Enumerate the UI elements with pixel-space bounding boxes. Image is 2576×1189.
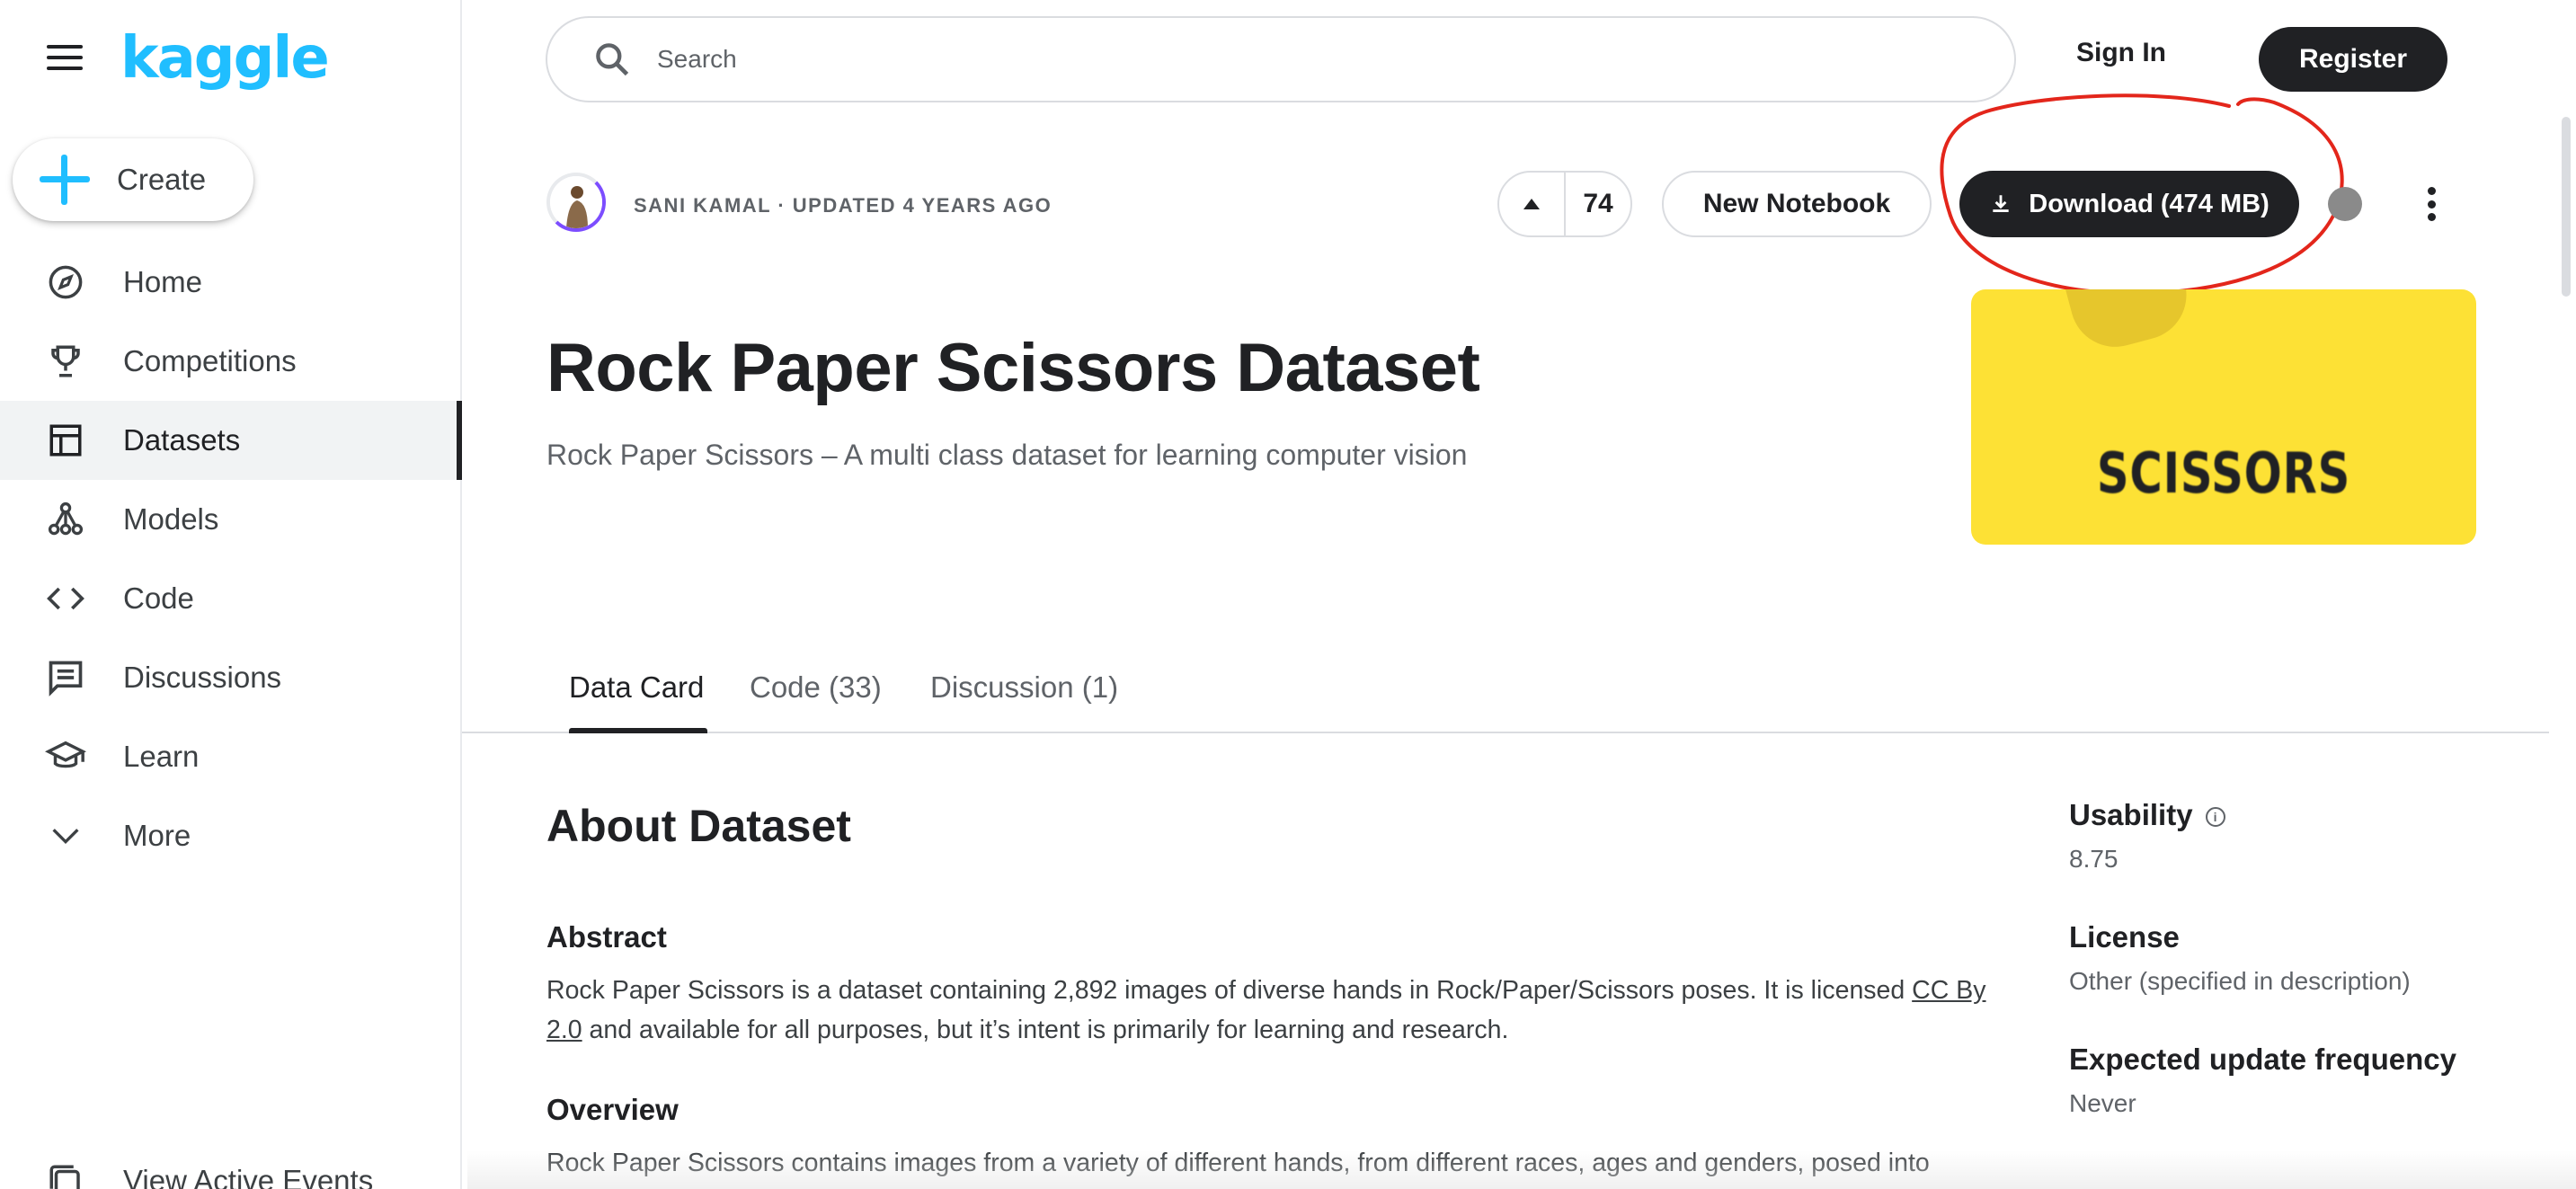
usability-label: Usability i: [2069, 798, 2225, 832]
sign-in-button[interactable]: Sign In: [2076, 38, 2166, 68]
usability-label-text: Usability: [2069, 798, 2193, 831]
page-subtitle: Rock Paper Scissors – A multi class data…: [546, 439, 1468, 471]
status-circle-icon: [2328, 187, 2362, 221]
table-icon: [45, 420, 86, 461]
discussion-icon: [45, 657, 86, 698]
avatar[interactable]: [546, 173, 606, 232]
overview-heading: Overview: [546, 1093, 679, 1126]
create-button[interactable]: Create: [13, 138, 253, 221]
compass-icon: [45, 262, 86, 303]
about-heading: About Dataset: [546, 801, 851, 851]
sidebar-item-home[interactable]: Home: [0, 243, 460, 322]
upvote-button[interactable]: [1499, 173, 1566, 235]
sidebar-item-models[interactable]: Models: [0, 480, 460, 559]
scrollbar[interactable]: [2562, 117, 2571, 297]
sidebar-item-code[interactable]: Code: [0, 559, 460, 638]
new-notebook-button[interactable]: New Notebook: [1662, 171, 1932, 237]
sidebar: kaggle Create Home Competitions Datasets…: [0, 0, 462, 1189]
abstract-text-part: Rock Paper Scissors is a dataset contain…: [546, 976, 1913, 1005]
sidebar-item-label: Learn: [123, 740, 200, 773]
menu-icon[interactable]: [47, 45, 83, 72]
tab-code[interactable]: Code (33): [750, 670, 882, 705]
update-frequency-value: Never: [2069, 1089, 2136, 1117]
register-button[interactable]: Register: [2259, 27, 2447, 92]
license-label: License: [2069, 920, 2180, 954]
create-label: Create: [117, 163, 207, 196]
trophy-icon: [45, 341, 86, 382]
plus-icon: [40, 155, 90, 205]
sidebar-item-label: Competitions: [123, 344, 297, 377]
models-icon: [45, 499, 86, 540]
info-icon[interactable]: i: [2205, 807, 2225, 828]
caret-up-icon: [1523, 199, 1540, 209]
sidebar-item-discussions[interactable]: Discussions: [0, 638, 460, 717]
vote-count: 74: [1583, 189, 1613, 218]
dataset-cover-image: SCISSORS: [1971, 289, 2476, 545]
sidebar-item-datasets[interactable]: Datasets: [0, 401, 462, 480]
download-label: Download (474 MB): [2029, 189, 2270, 218]
sidebar-item-label: Discussions: [123, 661, 282, 694]
download-button[interactable]: Download (474 MB): [1959, 171, 2299, 237]
sidebar-item-label: Models: [123, 502, 219, 536]
sidebar-item-label: View Active Events: [123, 1164, 374, 1189]
abstract-text: Rock Paper Scissors is a dataset contain…: [546, 971, 2003, 1050]
search-bar[interactable]: [546, 16, 2016, 102]
active-tab-indicator: [569, 728, 707, 733]
graduation-cap-icon: [45, 736, 86, 777]
dataset-tabs: Data Card Code (33) Discussion (1): [462, 640, 2549, 733]
abstract-heading: Abstract: [546, 920, 667, 954]
kaggle-logo[interactable]: kaggle: [120, 25, 330, 92]
code-icon: [45, 578, 86, 619]
chevron-down-icon: [45, 815, 86, 856]
sidebar-item-competitions[interactable]: Competitions: [0, 322, 460, 401]
author-updated-text[interactable]: SANI KAMAL · UPDATED 4 YEARS AGO: [634, 194, 1052, 217]
sidebar-item-view-active-events[interactable]: View Active Events: [0, 1141, 460, 1189]
events-icon: [45, 1160, 86, 1189]
abstract-text-part: and available for all purposes, but it’s…: [582, 1016, 1509, 1044]
search-icon: [596, 43, 629, 76]
search-input[interactable]: [657, 45, 1915, 74]
sidebar-item-learn[interactable]: Learn: [0, 717, 460, 796]
cover-text: SCISSORS: [2096, 440, 2351, 506]
sidebar-item-more[interactable]: More: [0, 796, 460, 875]
cover-shape: [2060, 289, 2197, 358]
tab-discussion[interactable]: Discussion (1): [930, 670, 1118, 705]
sidebar-item-label: Home: [123, 265, 203, 298]
license-value: Other (specified in description): [2069, 967, 2411, 995]
download-icon: [1993, 195, 2009, 212]
usability-value: 8.75: [2069, 845, 2119, 873]
sidebar-item-label: Datasets: [123, 423, 241, 457]
more-options-icon[interactable]: [2418, 182, 2445, 226]
sidebar-item-label: More: [123, 819, 191, 852]
sidebar-item-label: Code: [123, 581, 194, 615]
update-frequency-label: Expected update frequency: [2069, 1043, 2456, 1076]
tab-data-card[interactable]: Data Card: [569, 670, 704, 705]
upvote-widget: 74: [1497, 171, 1632, 237]
page-title: Rock Paper Scissors Dataset: [546, 330, 1480, 406]
bottom-fade: [467, 1150, 2576, 1189]
